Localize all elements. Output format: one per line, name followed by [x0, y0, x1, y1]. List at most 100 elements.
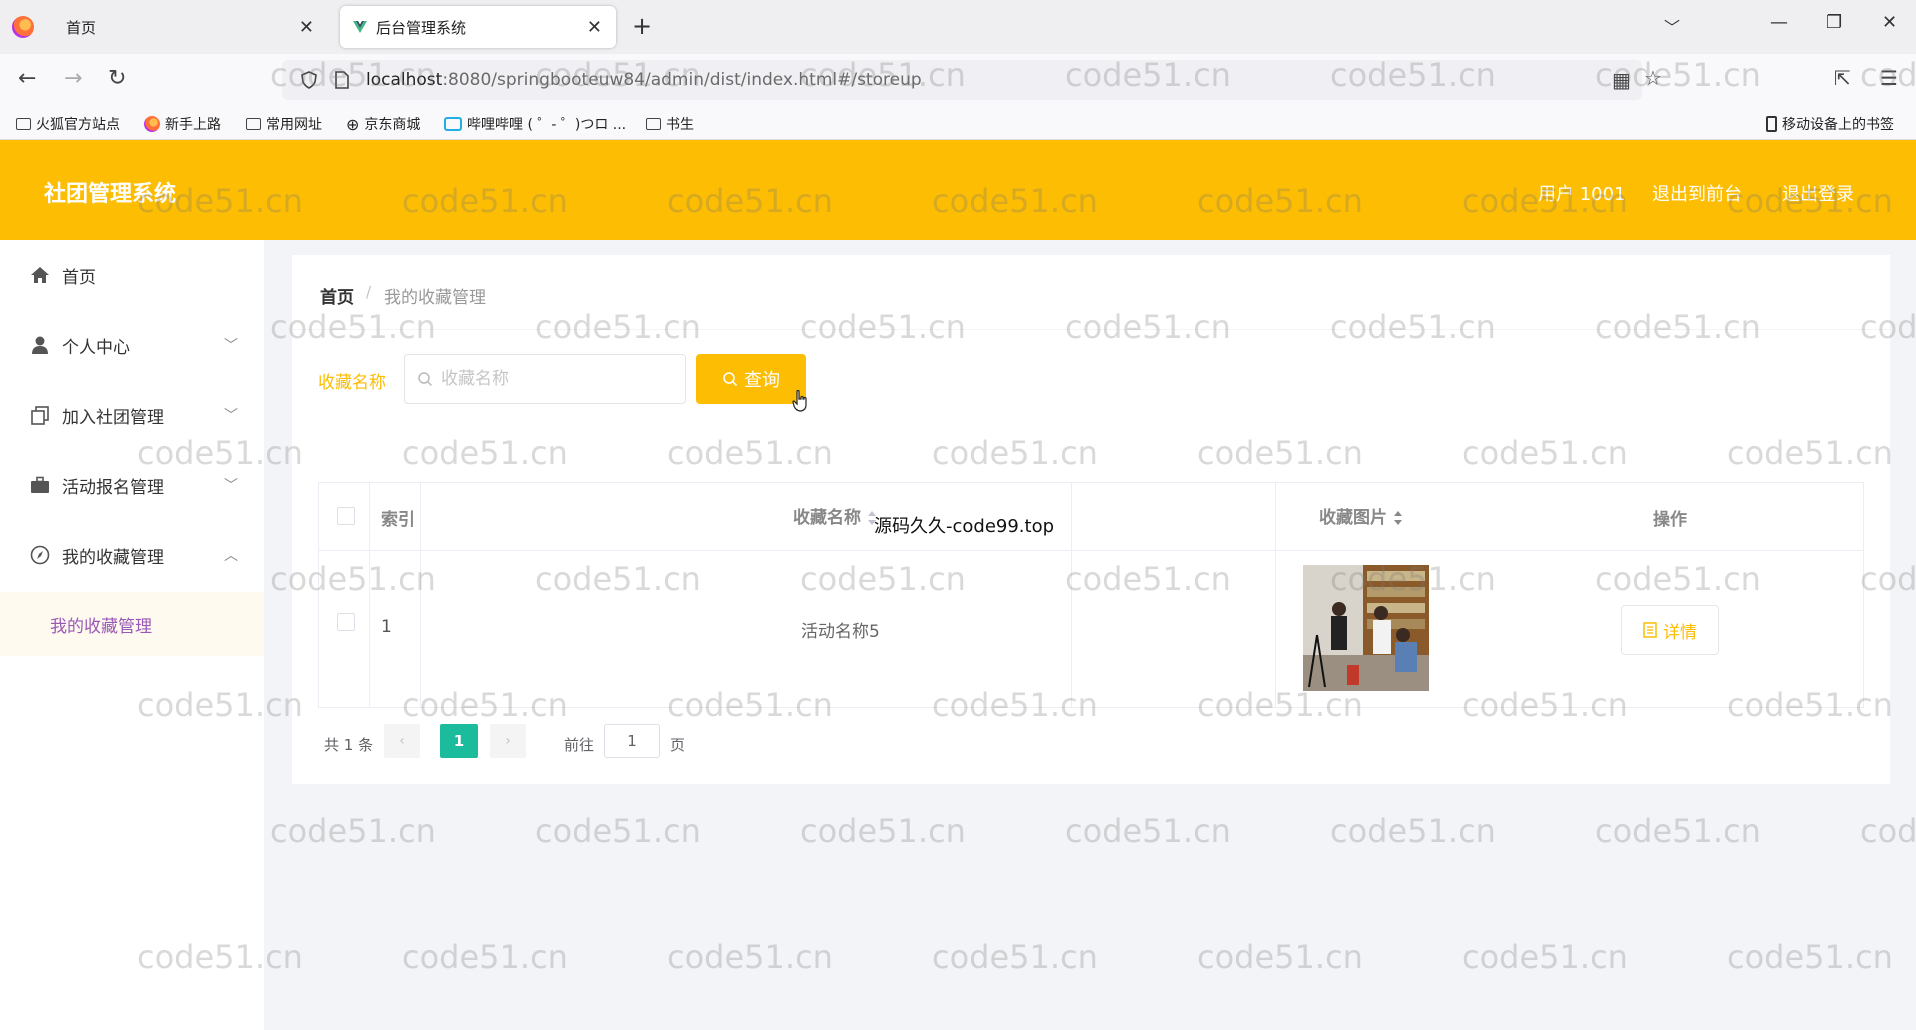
overlay-watermark-text: 源码久久-code99.top — [874, 516, 1055, 537]
bookmark-item[interactable]: 新手上路 — [144, 114, 221, 134]
search-icon — [418, 372, 433, 387]
extensions-icon[interactable]: ⇱ — [1834, 66, 1851, 90]
header-image-label: 收藏图片 — [1319, 508, 1387, 528]
close-tab-icon[interactable]: ✕ — [299, 17, 314, 38]
prev-page-button[interactable]: ‹ — [384, 724, 420, 758]
browser-tab-bar: 首页 ✕ 后台管理系统 ✕ + ﹀ — ❐ ✕ — [0, 0, 1916, 54]
browser-tab-home[interactable]: 首页 ✕ — [52, 6, 328, 48]
sidebar-item-home[interactable]: 首页 — [0, 240, 264, 310]
bookmark-star-icon[interactable]: ☆ — [1644, 66, 1662, 90]
app-header: 社团管理系统 用户 1001 退出到前台 退出登录 — [0, 140, 1916, 240]
bookmark-label: 常用网址 — [266, 117, 322, 133]
search-label: 收藏名称 — [318, 373, 386, 393]
header-image[interactable]: 收藏图片 — [1319, 503, 1403, 528]
next-page-button[interactable]: › — [490, 724, 526, 758]
bookmark-item[interactable]: 常用网址 — [246, 114, 322, 134]
select-all-checkbox[interactable] — [337, 507, 355, 525]
minimize-icon[interactable]: — — [1770, 12, 1788, 33]
submenu-item-label: 我的收藏管理 — [50, 617, 152, 637]
bilibili-icon — [444, 117, 462, 131]
bookmarks-toolbar: 火狐官方站点 新手上路 常用网址 ⊕ 京东商城 哔哩哔哩 ( ゜- ゜)つロ ..… — [0, 106, 1916, 140]
favorites-table: 索引 收藏名称 收藏图片 操作 1 活动名称5 详情 — [318, 482, 1864, 708]
url-host: localhost — [366, 70, 443, 90]
chevron-up-icon: ︿ — [224, 548, 238, 564]
app-title: 社团管理系统 — [44, 182, 177, 207]
sidebar-item-favorites[interactable]: 我的收藏管理 ︿ — [0, 520, 264, 590]
pagination-page-unit: 页 — [670, 736, 686, 754]
sidebar-item-label: 个人中心 — [62, 337, 130, 358]
bookmark-label: 书生 — [666, 117, 694, 133]
submenu-item-favorites[interactable]: 我的收藏管理 — [0, 592, 264, 656]
chevron-down-icon: ﹀ — [224, 478, 238, 494]
tab-list-chevron-icon[interactable]: ﹀ — [1664, 14, 1680, 38]
sidebar-item-activity-signup[interactable]: 活动报名管理 ﹀ — [0, 450, 264, 520]
search-icon — [723, 372, 738, 387]
mobile-bookmarks[interactable]: 移动设备上的书签 — [1766, 114, 1894, 134]
bookmark-item[interactable]: ⊕ 京东商城 — [346, 114, 420, 134]
tab-title: 后台管理系统 — [376, 18, 467, 37]
document-icon — [1643, 622, 1657, 638]
page-number-input[interactable] — [604, 724, 660, 758]
bookmark-item[interactable]: 火狐官方站点 — [16, 114, 120, 134]
sidebar-item-personal[interactable]: 个人中心 ﹀ — [0, 310, 264, 380]
forward-icon[interactable]: → — [64, 66, 82, 91]
watermark-text: code51.cn — [932, 938, 1098, 976]
shield-icon[interactable] — [300, 71, 318, 89]
copy-icon — [31, 406, 49, 425]
bookmark-item[interactable]: 书生 — [646, 114, 694, 134]
header-actions: 操作 — [1653, 510, 1687, 530]
header-name-label: 收藏名称 — [793, 508, 861, 528]
user-name: 用户 1001 — [1538, 184, 1626, 205]
url-path: :8080/springbooteuw84/admin/dist/index.h… — [442, 70, 922, 90]
user-icon — [32, 336, 48, 354]
sidebar-item-label: 加入社团管理 — [62, 407, 164, 428]
menu-icon[interactable]: ☰ — [1880, 66, 1898, 90]
search-button[interactable]: 查询 — [696, 354, 806, 404]
sort-icon[interactable] — [1393, 510, 1403, 526]
watermark-text: code51.cn — [1860, 812, 1916, 850]
url-text[interactable]: localhost:8080/springbooteuw84/admin/dis… — [366, 70, 922, 90]
search-box[interactable] — [404, 354, 686, 404]
restore-icon[interactable]: ❐ — [1826, 12, 1842, 33]
close-tab-icon[interactable]: ✕ — [587, 17, 602, 38]
pagination-total: 共 1 条 — [324, 736, 374, 754]
breadcrumb-current: 我的收藏管理 — [384, 288, 486, 308]
bookmark-label: 新手上路 — [165, 117, 221, 133]
pagination: 共 1 条 ‹ 1 › 前往 页 — [318, 724, 918, 764]
favorite-photo — [1303, 565, 1429, 691]
watermark-text: code51.cn — [1065, 812, 1231, 850]
close-window-icon[interactable]: ✕ — [1882, 12, 1897, 33]
sidebar: 首页 个人中心 ﹀ 加入社团管理 ﹀ 活动报名管理 ﹀ 我的收藏管理 ︿ 我的收… — [0, 240, 264, 1030]
row-checkbox[interactable] — [337, 613, 355, 631]
back-icon[interactable]: ← — [18, 66, 36, 91]
url-bar[interactable]: localhost:8080/springbooteuw84/admin/dis… — [282, 60, 1642, 100]
qr-code-icon[interactable]: ▦ — [1612, 68, 1631, 92]
page-icon — [335, 71, 349, 89]
watermark-text: code51.cn — [402, 938, 568, 976]
detail-button[interactable]: 详情 — [1621, 605, 1719, 655]
chevron-down-icon: ﹀ — [224, 408, 238, 424]
current-page-button[interactable]: 1 — [440, 724, 478, 758]
new-tab-icon[interactable]: + — [632, 12, 652, 40]
globe-icon: ⊕ — [346, 114, 360, 134]
exit-to-front-link[interactable]: 退出到前台 — [1652, 180, 1742, 206]
folder-icon — [646, 118, 661, 130]
bookmark-label: 京东商城 — [364, 117, 421, 133]
header-name[interactable]: 收藏名称 — [793, 503, 877, 528]
browser-tab-admin[interactable]: 后台管理系统 ✕ — [340, 6, 616, 48]
watermark-text: code51.cn — [1462, 938, 1628, 976]
sidebar-item-label: 我的收藏管理 — [62, 547, 164, 568]
watermark-text: code51.cn — [800, 812, 966, 850]
detail-button-label: 详情 — [1663, 622, 1697, 642]
watermark-text: code51.cn — [535, 812, 701, 850]
header-index: 索引 — [381, 510, 415, 530]
bookmark-item[interactable]: 哔哩哔哩 ( ゜- ゜)つロ ... — [444, 114, 626, 134]
search-input[interactable] — [441, 363, 675, 395]
reload-icon[interactable]: ↻ — [108, 66, 126, 91]
breadcrumb-home[interactable]: 首页 — [320, 283, 354, 308]
firefox-icon[interactable] — [12, 16, 34, 38]
sidebar-item-join-club[interactable]: 加入社团管理 ﹀ — [0, 380, 264, 450]
watermark-text: code51.cn — [667, 938, 833, 976]
logout-link[interactable]: 退出登录 — [1782, 180, 1854, 206]
hand-cursor-icon — [792, 390, 807, 412]
